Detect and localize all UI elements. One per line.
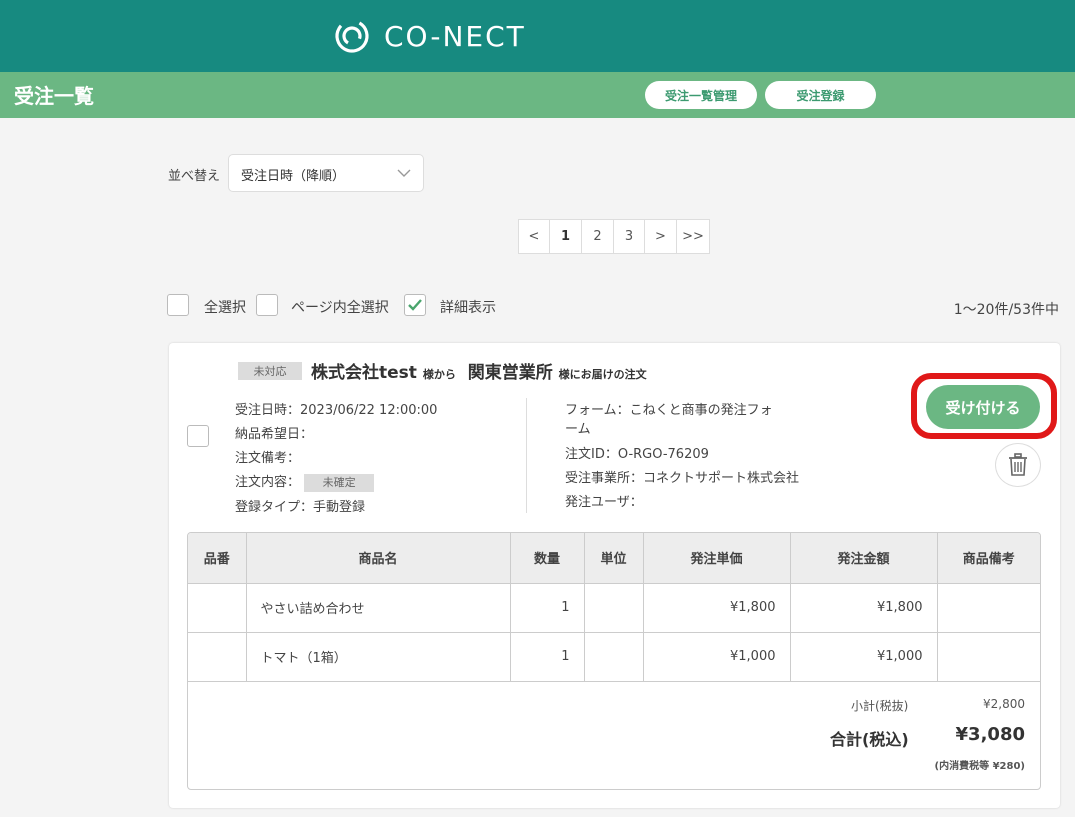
page-last-button[interactable]: >> bbox=[677, 220, 709, 253]
cell-amount: ¥1,000 bbox=[790, 632, 938, 682]
cell-unit bbox=[584, 583, 644, 633]
table-row: やさい詰め合わせ 1 ¥1,800 ¥1,800 bbox=[188, 583, 1040, 633]
page-1-button[interactable]: 1 bbox=[550, 220, 582, 253]
pagination: < 1 2 3 > >> bbox=[518, 219, 710, 254]
receiving-office: 受注事業所：コネクトサポート株式会社 bbox=[565, 471, 800, 486]
select-all-checkbox[interactable] bbox=[167, 294, 189, 316]
from-suffix: 様から bbox=[422, 368, 456, 381]
page-title: 受注一覧 bbox=[14, 84, 94, 108]
total-value: ¥3,080 bbox=[955, 724, 1025, 745]
order-register-button[interactable]: 受注登録 bbox=[765, 81, 876, 109]
order-list-manage-button[interactable]: 受注一覧管理 bbox=[645, 81, 757, 109]
order-date: 受注日時：2023/06/22 12:00:00 bbox=[235, 403, 438, 418]
order-form-line1: フォーム：こねくと商事の発注フォ bbox=[565, 403, 773, 418]
sort-label: 並べ替え bbox=[168, 169, 221, 184]
detail-view-label: 詳細表示 bbox=[440, 300, 496, 316]
check-icon bbox=[408, 299, 422, 311]
order-form-line2: ーム bbox=[565, 422, 591, 437]
table-row: トマト（1箱） 1 ¥1,000 ¥1,000 bbox=[188, 632, 1040, 682]
cell-item-no bbox=[188, 583, 247, 633]
destination-name: 関東営業所 bbox=[467, 363, 553, 383]
subtotal-value: ¥2,800 bbox=[983, 697, 1025, 711]
order-content-label: 注文内容： bbox=[235, 475, 301, 490]
destination-suffix: 様にお届けの注文 bbox=[558, 368, 647, 381]
page-2-button[interactable]: 2 bbox=[582, 220, 614, 253]
order-id: 注文ID：O-RGO-76209 bbox=[565, 447, 709, 462]
register-type: 登録タイプ：手動登録 bbox=[235, 500, 366, 515]
subtotal-label: 小計(税抜) bbox=[851, 699, 909, 713]
select-page-label: ページ内全選択 bbox=[291, 300, 389, 316]
cell-unit-price: ¥1,000 bbox=[643, 632, 791, 682]
cell-item-no bbox=[188, 632, 247, 682]
status-badge: 未対応 bbox=[238, 362, 302, 380]
detail-view-checkbox[interactable] bbox=[404, 294, 426, 316]
sort-select-value: 受注日時（降順） bbox=[241, 169, 346, 184]
cell-unit-price: ¥1,800 bbox=[643, 583, 791, 633]
ordering-user: 発注ユーザ： bbox=[565, 495, 643, 510]
brand-name: CO-NECT bbox=[384, 19, 526, 53]
order-content: 注文内容： 未確定 bbox=[235, 471, 375, 492]
total-label: 合計(税込) bbox=[830, 730, 909, 749]
col-header-amount: 発注金額 bbox=[790, 533, 938, 584]
sort-select[interactable]: 受注日時（降順） bbox=[228, 154, 424, 192]
col-header-quantity: 数量 bbox=[510, 533, 585, 584]
top-header bbox=[0, 0, 1075, 72]
col-header-item-note: 商品備考 bbox=[937, 533, 1040, 584]
delete-order-button[interactable] bbox=[995, 443, 1041, 487]
col-header-product: 商品名 bbox=[246, 533, 511, 584]
order-items-table: 品番 商品名 数量 単位 発注単価 発注金額 商品備考 やさい詰め合わせ 1 ¥… bbox=[187, 532, 1041, 790]
tax-note: (内消費税等 ¥280) bbox=[934, 761, 1025, 772]
order-note: 注文備考： bbox=[235, 451, 301, 466]
brand-logo-group[interactable]: CO-NECT bbox=[334, 16, 526, 56]
delivery-date: 納品希望日： bbox=[235, 427, 314, 442]
cell-item-note bbox=[937, 632, 1040, 682]
col-header-unit: 単位 bbox=[584, 533, 644, 584]
order-headline: 株式会社test 様から 関東営業所 様にお届けの注文 bbox=[311, 358, 647, 383]
cell-quantity: 1 bbox=[510, 632, 585, 682]
col-header-unit-price: 発注単価 bbox=[643, 533, 791, 584]
select-all-label: 全選択 bbox=[204, 300, 246, 316]
co-nect-logo-icon bbox=[335, 19, 369, 53]
cell-amount: ¥1,800 bbox=[790, 583, 938, 633]
sub-header bbox=[0, 72, 1075, 118]
result-count: 1〜20件/53件中 bbox=[953, 302, 1059, 318]
info-divider bbox=[526, 398, 527, 513]
cell-product: トマト（1箱） bbox=[246, 632, 511, 682]
page-3-button[interactable]: 3 bbox=[614, 220, 645, 253]
trash-icon bbox=[1009, 453, 1027, 476]
cell-item-note bbox=[937, 583, 1040, 633]
col-header-item-no: 品番 bbox=[188, 533, 247, 584]
table-header-row: 品番 商品名 数量 単位 発注単価 発注金額 商品備考 bbox=[188, 533, 1040, 584]
chevron-down-icon bbox=[397, 169, 411, 177]
select-page-checkbox[interactable] bbox=[256, 294, 278, 316]
cell-unit bbox=[584, 632, 644, 682]
page-next-button[interactable]: > bbox=[645, 220, 677, 253]
page-prev-button[interactable]: < bbox=[519, 220, 550, 253]
cell-quantity: 1 bbox=[510, 583, 585, 633]
order-content-badge: 未確定 bbox=[304, 473, 375, 492]
order-checkbox[interactable] bbox=[187, 425, 209, 447]
company-name: 株式会社test bbox=[311, 363, 417, 383]
accept-order-button[interactable]: 受け付ける bbox=[926, 385, 1040, 429]
cell-product: やさい詰め合わせ bbox=[246, 583, 511, 633]
